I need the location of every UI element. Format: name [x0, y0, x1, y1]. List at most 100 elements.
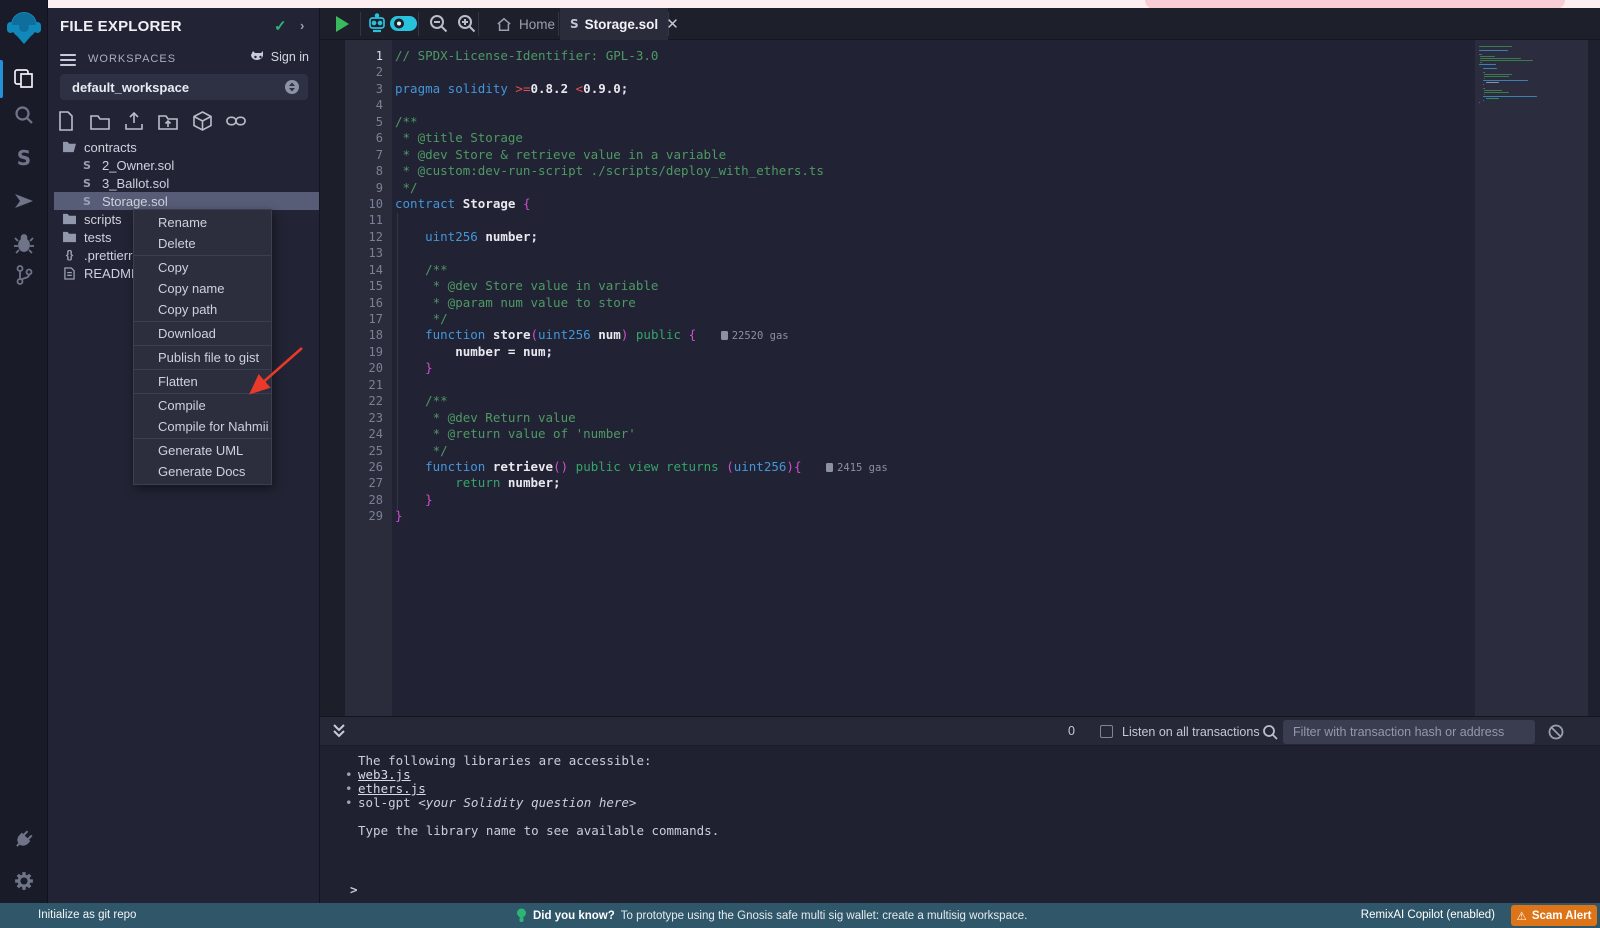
- terminal-link-ethers.js[interactable]: ethers.js: [358, 781, 426, 796]
- listen-all-transactions-checkbox[interactable]: [1100, 725, 1113, 738]
- settings-gear-icon[interactable]: [0, 866, 48, 896]
- file-explorer-icon[interactable]: [0, 64, 48, 94]
- terminal-toolbar: 0 Listen on all transactions: [320, 716, 1600, 746]
- zoom-out-icon[interactable]: [428, 13, 449, 34]
- file-icon: [60, 267, 78, 280]
- menu-item-generate-uml[interactable]: Generate UML: [134, 440, 271, 461]
- plugin-manager-icon[interactable]: [0, 824, 48, 854]
- menu-item-copy-path[interactable]: Copy path: [134, 299, 271, 320]
- tab-home[interactable]: Home: [482, 8, 558, 40]
- terminal-line: •ethers.js: [320, 782, 1600, 796]
- menu-item-rename[interactable]: Rename: [134, 212, 271, 233]
- code-line-3: pragma solidity >=0.8.2 <0.9.0;: [395, 81, 888, 97]
- menu-item-copy-name[interactable]: Copy name: [134, 278, 271, 299]
- transaction-filter-input[interactable]: [1283, 720, 1535, 744]
- code-editor[interactable]: 1234567891011121314151617181920212223242…: [320, 40, 1600, 716]
- status-bar: Initialize as git repo Did you know? To …: [0, 903, 1600, 928]
- terminal-link-web3.js[interactable]: web3.js: [358, 767, 411, 782]
- editor-area: Home S Storage.sol ✕ 1234567891011121314…: [320, 8, 1600, 903]
- terminal-line: [320, 810, 1600, 824]
- copilot-status[interactable]: RemixAI Copilot (enabled): [1361, 909, 1495, 921]
- link-icon[interactable]: [226, 110, 246, 132]
- ai-copilot-robot-icon[interactable]: [366, 13, 388, 35]
- terminal-line: •sol-gpt <your Solidity question here>: [320, 796, 1600, 810]
- listen-all-transactions-label: Listen on all transactions: [1122, 725, 1260, 739]
- code-line-21: [395, 377, 888, 393]
- tab-storage-sol[interactable]: S Storage.sol ✕: [560, 8, 668, 40]
- close-tab-icon[interactable]: ✕: [666, 15, 679, 33]
- tree-item-label: contracts: [84, 140, 137, 155]
- menu-item-compile-for-nahmii[interactable]: Compile for Nahmii: [134, 416, 271, 437]
- code-line-4: [395, 97, 888, 113]
- terminal-prompt[interactable]: >: [350, 882, 358, 897]
- minimap[interactable]: [1479, 46, 1537, 104]
- new-file-icon[interactable]: [56, 110, 76, 132]
- tree-item-3-ballot-sol[interactable]: S3_Ballot.sol: [48, 174, 319, 192]
- workspace-select[interactable]: default_workspace: [60, 74, 308, 100]
- scam-alert-badge[interactable]: ⚠ Scam Alert: [1511, 905, 1597, 926]
- menu-item-copy[interactable]: Copy: [134, 257, 271, 278]
- solidity-icon: S: [78, 159, 96, 172]
- zoom-in-icon[interactable]: [456, 13, 477, 34]
- terminal-search-icon: [1262, 724, 1279, 741]
- tree-item-storage-sol[interactable]: SStorage.sol: [54, 192, 319, 210]
- code-line-28: }: [395, 492, 888, 508]
- deploy-run-icon[interactable]: [0, 186, 48, 216]
- code-line-11: [395, 212, 888, 228]
- code-line-22: /**: [395, 393, 888, 409]
- lightbulb-icon: [516, 908, 527, 923]
- code-line-24: * @return value of 'number': [395, 426, 888, 442]
- code-line-26: function retrieve() public view returns …: [395, 459, 888, 475]
- code-line-14: /**: [395, 262, 888, 278]
- folder-icon: [60, 231, 78, 243]
- workspace-stepper-icon[interactable]: [284, 79, 300, 95]
- upload-file-icon[interactable]: [124, 110, 144, 132]
- debugger-icon[interactable]: [0, 228, 48, 258]
- code-line-9: */: [395, 180, 888, 196]
- menu-item-generate-docs[interactable]: Generate Docs: [134, 461, 271, 482]
- workspaces-row: WORKSPACES Sign in: [48, 48, 319, 70]
- tree-item-contracts[interactable]: contracts: [48, 138, 319, 156]
- tree-item-2-owner-sol[interactable]: S 2_Owner.sol: [48, 156, 319, 174]
- solidity-icon: S: [78, 195, 96, 208]
- hamburger-menu-icon[interactable]: [60, 51, 76, 69]
- copilot-toggle[interactable]: [390, 16, 417, 31]
- editor-tab-bar: Home S Storage.sol ✕: [320, 8, 1600, 40]
- new-folder-icon[interactable]: [90, 110, 110, 132]
- upload-folder-icon[interactable]: [158, 110, 178, 132]
- tree-item-label: 2_Owner.sol: [102, 158, 174, 173]
- terminal-output[interactable]: The following libraries are accessible:•…: [320, 746, 1600, 903]
- warning-icon: ⚠: [1517, 909, 1527, 923]
- code-line-10: contract Storage {: [395, 196, 888, 212]
- code-line-1: // SPDX-License-Identifier: GPL-3.0: [395, 48, 888, 64]
- ipfs-cube-icon[interactable]: [192, 110, 212, 132]
- github-icon: [250, 50, 266, 64]
- menu-item-delete[interactable]: Delete: [134, 233, 271, 254]
- tree-item-label: 3_Ballot.sol: [102, 176, 169, 191]
- folder-open-icon: [60, 141, 78, 153]
- panel-title: FILE EXPLORER: [60, 18, 182, 35]
- scrollbar-track[interactable]: [1588, 40, 1600, 716]
- expand-terminal-icon[interactable]: [332, 723, 346, 739]
- terminal-line: The following libraries are accessible:: [320, 754, 1600, 768]
- tip-title: Did you know?: [533, 910, 615, 922]
- workspaces-label: WORKSPACES: [88, 53, 176, 65]
- code-line-18: function store(uint256 num) public { 225…: [395, 327, 888, 343]
- git-init-button[interactable]: Initialize as git repo: [38, 909, 136, 921]
- clear-console-icon[interactable]: [1548, 724, 1564, 740]
- code-line-17: */: [395, 311, 888, 327]
- run-script-button[interactable]: [336, 16, 349, 32]
- code-line-29: }: [395, 508, 888, 524]
- code-line-25: */: [395, 443, 888, 459]
- solidity-compiler-icon[interactable]: S: [0, 143, 48, 173]
- sign-in-button[interactable]: Sign in: [250, 50, 309, 64]
- home-tab-label: Home: [519, 17, 555, 32]
- search-icon[interactable]: [0, 100, 48, 130]
- remix-logo-icon[interactable]: [0, 8, 48, 48]
- git-icon[interactable]: [0, 260, 48, 290]
- code-line-12: uint256 number;: [395, 229, 888, 245]
- terminal-line: •web3.js: [320, 768, 1600, 782]
- minimap-zone[interactable]: [1475, 40, 1588, 716]
- braces-icon: {}: [60, 249, 78, 261]
- chevron-right-icon[interactable]: ›: [300, 18, 304, 33]
